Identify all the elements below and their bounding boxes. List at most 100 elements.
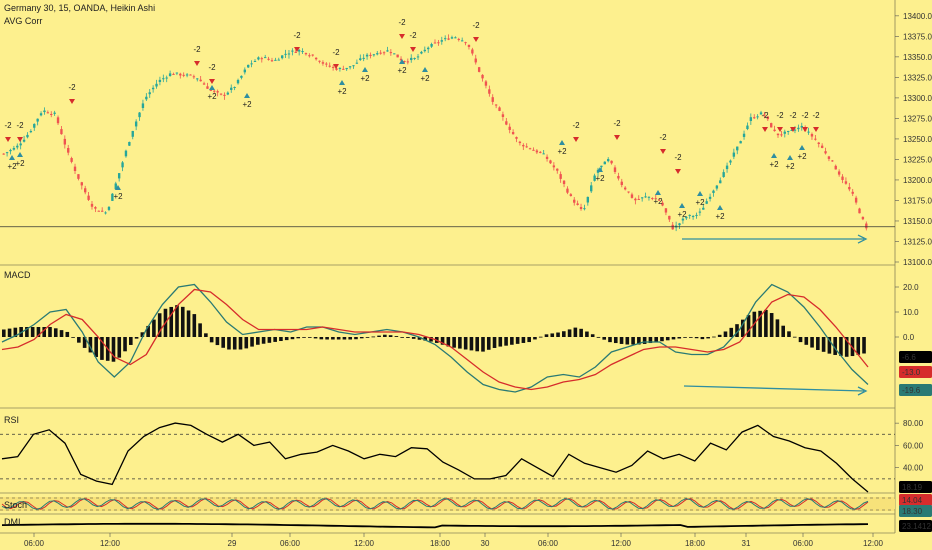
macd-histogram-bar <box>602 337 607 340</box>
candle-body <box>2 153 5 155</box>
candle-body <box>338 67 342 69</box>
candle-body <box>569 194 573 197</box>
macd-histogram-bar <box>544 334 549 337</box>
candle-body <box>814 138 817 140</box>
sell-arrow <box>194 61 200 66</box>
candlesticks <box>2 34 868 232</box>
candle-body <box>552 165 556 168</box>
macd-histogram-bar <box>746 315 751 337</box>
candle-body <box>331 66 335 68</box>
candle-body <box>46 112 50 114</box>
sell-signal-text: -2 <box>293 31 301 40</box>
candle-body <box>342 68 345 70</box>
candle-body <box>545 156 549 159</box>
macd-histogram-bar <box>792 336 797 338</box>
sell-signal-text: -2 <box>16 121 24 130</box>
candle-body <box>528 148 532 150</box>
candle-body <box>620 181 623 186</box>
candle-body <box>824 151 827 154</box>
candle-body <box>851 191 854 194</box>
buy-signal-text: +2 <box>360 74 370 83</box>
macd-histogram-bar <box>192 314 197 337</box>
candle-body <box>406 61 410 63</box>
chart-svg[interactable]: -2 -2-2-2-2-2-2-2-2-2-2 -2-2-2-2 -2 -2 -2 -2+2… <box>0 0 932 550</box>
macd-histogram-bar <box>359 337 364 339</box>
time-tick-label: 29 <box>228 539 237 548</box>
macd-histogram-bar <box>562 331 566 337</box>
candle-body <box>722 172 725 177</box>
candle-body <box>539 151 542 153</box>
candle-body <box>440 40 443 42</box>
macd-histogram-bar <box>573 327 578 337</box>
macd-histogram-bar <box>723 331 728 337</box>
macd-histogram-bar <box>59 330 64 337</box>
candle-body <box>494 104 498 106</box>
price-tick-label: 13375.0 <box>903 32 932 41</box>
candle-body <box>100 210 104 212</box>
candle-body <box>433 42 437 44</box>
candle-body <box>715 185 719 189</box>
candle-body <box>175 72 179 74</box>
sell-arrow <box>69 99 75 104</box>
macd-histogram-bar <box>186 310 191 337</box>
candle-body <box>80 182 83 186</box>
candle-body <box>73 166 77 172</box>
buy-signal-text: +2 <box>337 87 347 96</box>
sell-signal-text: -2 <box>761 111 769 120</box>
buy-signal-text: +2 <box>695 198 705 207</box>
candle-body <box>369 54 372 56</box>
macd-histogram-bar <box>515 337 520 344</box>
signal-markers: -2 -2-2-2-2-2-2-2-2-2-2 -2-2-2-2 -2 -2 -2 -2+2… <box>4 18 820 221</box>
candle-body <box>84 188 87 193</box>
candle-body <box>705 201 708 204</box>
buy-arrow <box>679 203 685 208</box>
candle-body <box>725 165 729 170</box>
macd-histogram-bar <box>787 331 791 337</box>
candle-body <box>481 74 484 79</box>
candle-body <box>308 55 311 57</box>
candle-body <box>77 174 80 179</box>
candle-body <box>780 134 783 136</box>
buy-arrow <box>799 145 805 150</box>
dmi-badge-text: 23.1412 <box>902 522 931 531</box>
sell-signal-text: -2 <box>398 18 406 27</box>
macd-histogram-bar <box>290 337 295 340</box>
macd-histogram-bar <box>717 334 722 337</box>
candle-body <box>12 147 16 150</box>
macd-histogram-bar <box>839 337 843 356</box>
sell-signal-text: -2 <box>409 31 417 40</box>
macd-histogram-bar <box>377 335 381 337</box>
candle-body <box>515 137 518 139</box>
macd-histogram-bar <box>250 337 254 347</box>
candle-body <box>250 63 253 65</box>
candle-body <box>260 58 263 60</box>
candle-body <box>746 125 749 130</box>
macd-histogram-bar <box>498 337 503 347</box>
buy-signal-text: +2 <box>797 152 807 161</box>
macd-histogram-bar <box>527 337 531 343</box>
candle-body <box>610 160 613 164</box>
candle-body <box>185 74 189 76</box>
candle-body <box>230 87 233 90</box>
sell-arrow <box>660 149 666 154</box>
candle-body <box>729 160 732 163</box>
candle-body <box>355 62 359 64</box>
sell-signal-text: -2 <box>472 21 480 30</box>
candle-body <box>270 60 274 62</box>
macd-histogram-bar <box>492 337 497 348</box>
candle-body <box>284 53 287 55</box>
candle-body <box>443 38 447 40</box>
sell-arrow <box>209 79 215 84</box>
sell-arrow <box>777 127 783 132</box>
sell-arrow <box>762 127 768 132</box>
candle-body <box>158 79 162 83</box>
candle-body <box>742 133 746 137</box>
candle-body <box>817 142 820 145</box>
candle-body <box>386 50 389 52</box>
sell-signal-text: -2 <box>4 121 12 130</box>
candle-body <box>640 197 644 199</box>
candle-body <box>121 162 124 168</box>
candle-body <box>702 207 705 210</box>
candle-body <box>291 50 294 52</box>
macd-histogram-bar <box>625 337 630 345</box>
